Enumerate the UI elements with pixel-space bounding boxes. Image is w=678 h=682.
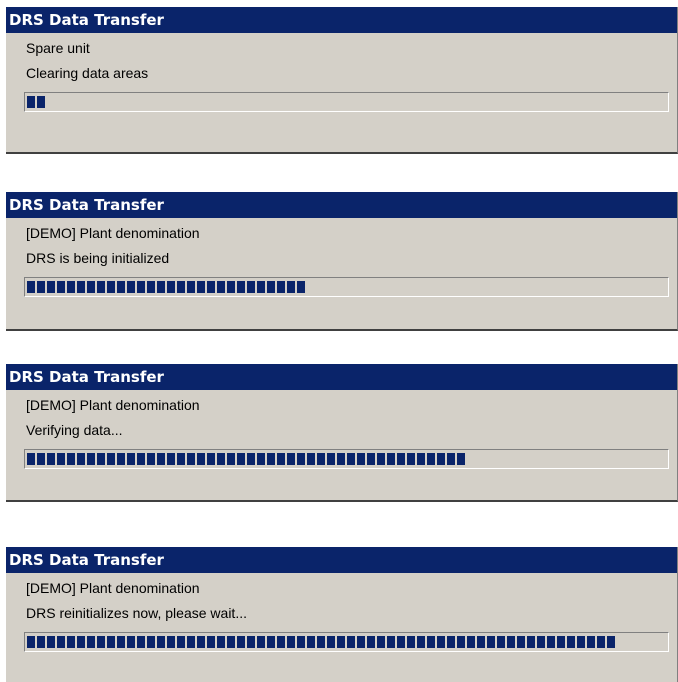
transfer-dialog-1: DRS Data Transfer Spare unit Clearing da…: [6, 7, 678, 154]
dialog-title: DRS Data Transfer: [6, 364, 677, 390]
progress-bar: [24, 92, 669, 112]
dialog-title: DRS Data Transfer: [6, 7, 677, 33]
transfer-dialog-2: DRS Data Transfer [DEMO] Plant denominat…: [6, 192, 678, 331]
dialog-title: DRS Data Transfer: [6, 547, 677, 573]
progress-fill: [27, 453, 465, 465]
progress-fill: [27, 636, 615, 648]
status-text: DRS is being initialized: [26, 250, 170, 266]
status-text: Clearing data areas: [26, 65, 149, 81]
unit-label: Spare unit: [26, 40, 90, 56]
unit-label: [DEMO] Plant denomination: [26, 225, 200, 241]
progress-fill: [27, 96, 45, 108]
progress-bar: [24, 449, 669, 469]
progress-bar: [24, 277, 669, 297]
progress-bar: [24, 632, 669, 652]
transfer-dialog-4: DRS Data Transfer [DEMO] Plant denominat…: [6, 547, 678, 682]
unit-label: [DEMO] Plant denomination: [26, 397, 200, 413]
transfer-dialog-3: DRS Data Transfer [DEMO] Plant denominat…: [6, 364, 678, 502]
dialog-title: DRS Data Transfer: [6, 192, 677, 218]
unit-label: [DEMO] Plant denomination: [26, 580, 200, 596]
status-text: Verifying data...: [26, 422, 123, 438]
status-text: DRS reinitializes now, please wait...: [26, 605, 247, 621]
progress-fill: [27, 281, 305, 293]
